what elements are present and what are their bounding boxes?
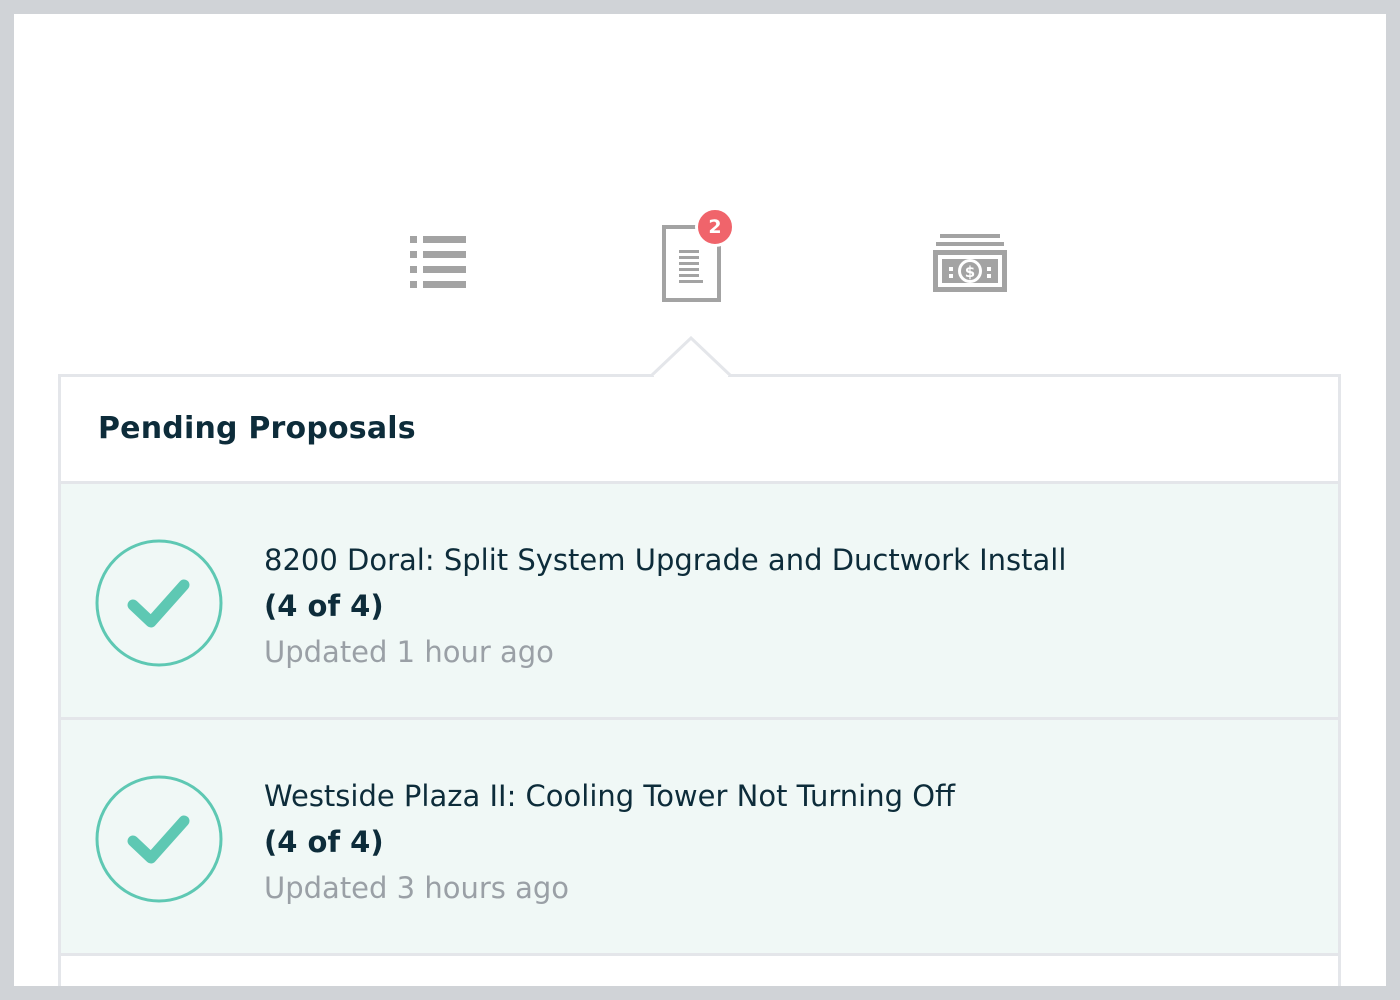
list-icon — [410, 236, 466, 288]
check-circle-icon — [95, 539, 223, 667]
money-icon: $ — [933, 234, 1007, 292]
svg-text:$: $ — [965, 263, 975, 281]
tab-list[interactable] — [406, 232, 466, 292]
proposal-progress: (4 of 4) — [264, 825, 384, 859]
panel-header: Pending Proposals — [61, 377, 1338, 484]
proposal-updated: Updated 1 hour ago — [264, 635, 554, 669]
proposal-item[interactable]: Westside Plaza II: Cooling Tower Not Tur… — [61, 720, 1338, 956]
tab-bar: 2 $ — [14, 14, 1386, 374]
proposal-title: Westside Plaza II: Cooling Tower Not Tur… — [264, 779, 956, 813]
tab-pointer-caret — [651, 336, 731, 378]
proposal-updated: Updated 3 hours ago — [264, 871, 569, 905]
check-circle-icon — [95, 775, 223, 903]
proposals-panel: Pending Proposals 8200 Doral: Split Syst… — [58, 374, 1341, 986]
tab-invoices[interactable]: $ — [932, 234, 1008, 294]
proposal-title: 8200 Doral: Split System Upgrade and Duc… — [264, 543, 1067, 577]
proposal-progress: (4 of 4) — [264, 589, 384, 623]
notification-badge: 2 — [695, 207, 735, 247]
app-frame: 2 $ Pending Proposals 8200 Doral: Split … — [14, 14, 1386, 986]
proposal-item[interactable]: 8200 Doral: Split System Upgrade and Duc… — [61, 484, 1338, 720]
panel-title: Pending Proposals — [98, 411, 416, 446]
